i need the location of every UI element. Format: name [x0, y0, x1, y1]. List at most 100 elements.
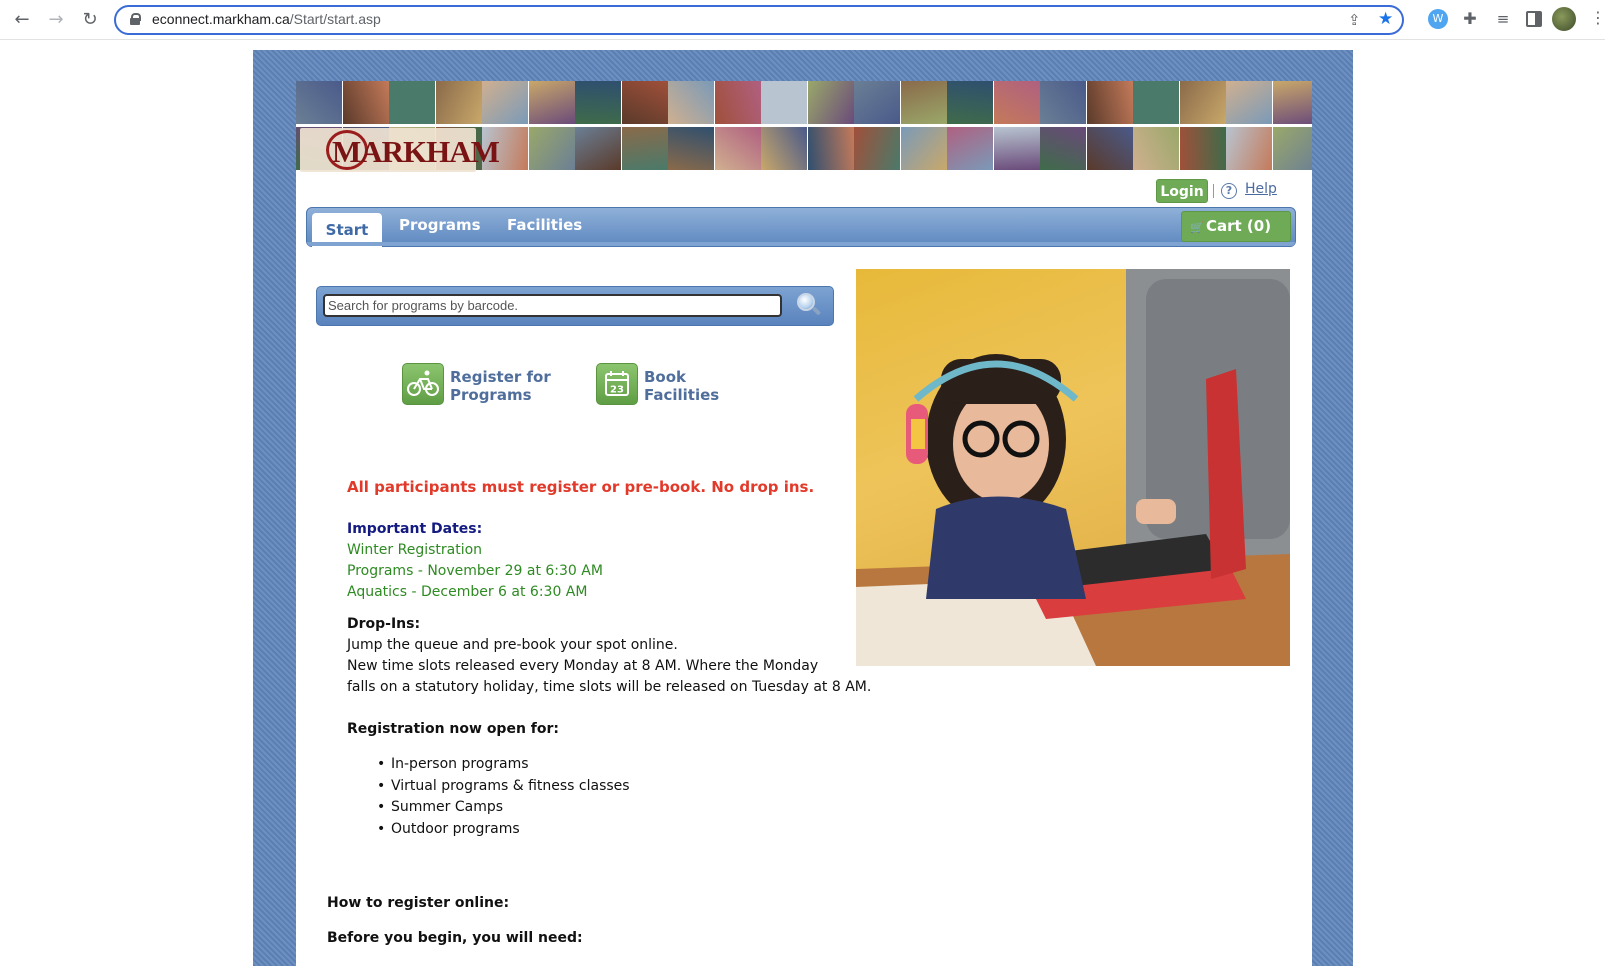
aquatics-date-text: Aquatics - December 6 at 6:30 AM: [347, 584, 588, 600]
barcode-search-input[interactable]: [323, 294, 782, 317]
register-line1: Register for: [450, 368, 551, 386]
banner-photo-tile: [1040, 81, 1087, 125]
help-icon[interactable]: ?: [1221, 183, 1237, 199]
calendar-glyph: 23: [605, 371, 629, 396]
cart-icon: 🛒: [1190, 221, 1204, 234]
banner-photo-tile: [575, 127, 622, 171]
book-facilities-link[interactable]: Book Facilities: [644, 368, 719, 404]
drop-ins-line: falls on a statutory holiday, time slots…: [347, 679, 872, 695]
banner-photo-tile: [807, 127, 855, 171]
banner-photo-tile: [761, 127, 808, 171]
banner-photo-tile: [342, 81, 390, 125]
book-line1: Book: [644, 368, 687, 386]
register-programs-link[interactable]: Register for Programs: [450, 368, 551, 404]
banner-photo-tile: [1133, 127, 1180, 171]
tab-facilities[interactable]: Facilities: [507, 216, 582, 234]
reload-icon[interactable]: ↻: [78, 8, 102, 32]
important-dates-heading: Important Dates:: [347, 521, 483, 537]
hero-illustration: [856, 269, 1290, 666]
forward-arrow-icon[interactable]: →: [44, 8, 68, 32]
menu-kebab-icon[interactable]: ⋮: [1590, 8, 1605, 27]
banner-photo-tile: [668, 127, 715, 171]
barcode-search-bar: [316, 286, 834, 326]
logo-text: MARKHAM: [332, 134, 500, 169]
banner-photo-tile: [389, 81, 436, 125]
registration-open-heading: Registration now open for:: [347, 721, 560, 737]
banner-photo-tile: [435, 81, 483, 125]
banner-photo-tile: [947, 81, 994, 125]
cart-button[interactable]: 🛒 Cart (0): [1181, 211, 1291, 242]
banner-photo-tile: [900, 127, 948, 171]
banner-photo-tile: [1226, 127, 1273, 171]
drop-ins-line: Jump the queue and pre-book your spot on…: [347, 637, 678, 653]
banner-photo-tile: [621, 81, 669, 125]
banner-photo-tile: [993, 81, 1041, 125]
bicycle-glyph: [407, 370, 439, 396]
extensions-puzzle-icon[interactable]: ✚: [1460, 9, 1480, 29]
bookmark-star-icon[interactable]: ★: [1378, 9, 1393, 29]
banner-photo-tile: [854, 81, 901, 125]
register-line2: Programs: [450, 386, 532, 404]
divider: [1213, 184, 1214, 198]
banner-photo-tile: [1133, 81, 1180, 125]
drop-ins-line: New time slots released every Monday at …: [347, 658, 819, 674]
banner-photo-tile: [482, 81, 529, 125]
banner-photo-tile: [807, 81, 855, 125]
calendar-day-text: 23: [610, 385, 624, 396]
before-you-begin-heading: Before you begin, you will need:: [327, 930, 583, 946]
banner-photo-tile: [947, 127, 994, 171]
main-nav-bar: Start Programs Facilities 🛒 Cart (0): [306, 207, 1296, 248]
banner-photo-tile: [854, 127, 901, 171]
bicycle-icon[interactable]: [402, 363, 444, 405]
login-button[interactable]: Login: [1156, 179, 1208, 203]
extension-w-icon[interactable]: W: [1428, 9, 1448, 29]
banner-photo-tile: [575, 81, 622, 125]
banner-photo-tile: [900, 81, 948, 125]
banner-photo-tile: [1040, 127, 1087, 171]
calendar-icon[interactable]: 23: [596, 363, 638, 405]
banner-photo-tile: [1272, 81, 1312, 125]
banner-photo-tile: [668, 81, 715, 125]
list-item: Summer Camps: [377, 797, 630, 819]
notice-text: All participants must register or pre-bo…: [347, 478, 815, 496]
search-handle: [811, 306, 822, 316]
side-panel-icon[interactable]: [1526, 11, 1542, 27]
url-text: econnect.markham.ca/Start/start.asp: [152, 11, 381, 27]
markham-logo[interactable]: MARKHAM: [300, 128, 500, 172]
search-icon[interactable]: [795, 291, 823, 319]
hero-image-girl-laptop: [856, 269, 1290, 666]
back-arrow-icon[interactable]: ←: [10, 8, 34, 32]
media-control-icon[interactable]: ≡: [1493, 9, 1513, 29]
list-item: Virtual programs & fitness classes: [377, 776, 630, 798]
banner-photo-tile: [528, 81, 576, 125]
how-to-register-heading: How to register online:: [327, 895, 510, 911]
list-item: In-person programs: [377, 754, 630, 776]
share-icon[interactable]: ⇪: [1348, 11, 1361, 29]
banner-photo-tile: [993, 127, 1041, 171]
banner-photo-tile: [1086, 81, 1134, 125]
tab-programs[interactable]: Programs: [399, 216, 481, 234]
winter-registration-text: Winter Registration: [347, 542, 483, 558]
registration-open-list: In-person programs Virtual programs & fi…: [377, 754, 630, 840]
banner-photo-tile: [714, 127, 762, 171]
banner-photo-tile: [714, 81, 762, 125]
list-item: Outdoor programs: [377, 819, 630, 841]
banner-photo-tile: [621, 127, 669, 171]
tab-start[interactable]: Start: [312, 213, 382, 248]
banner-photo-tile: [1179, 81, 1227, 125]
drop-ins-heading: Drop-Ins:: [347, 616, 421, 632]
banner-photo-tile: [296, 81, 343, 125]
browser-toolbar: ← → ↻ econnect.markham.ca/Start/start.as…: [0, 0, 1605, 40]
banner-photo-tile: [1179, 127, 1227, 171]
banner-photo-tile: [1272, 127, 1312, 171]
profile-avatar[interactable]: [1552, 7, 1576, 31]
address-bar[interactable]: econnect.markham.ca/Start/start.asp ⇪ ★: [114, 5, 1404, 35]
banner-photo-tile: [1226, 81, 1273, 125]
cart-label: Cart (0): [1206, 217, 1272, 235]
banner-photo-tile: [761, 81, 808, 125]
banner-photo-tile: [1086, 127, 1134, 171]
help-link[interactable]: Help: [1245, 181, 1277, 197]
book-line2: Facilities: [644, 386, 720, 404]
lock-icon: [130, 13, 141, 25]
programs-date-text: Programs - November 29 at 6:30 AM: [347, 563, 603, 579]
